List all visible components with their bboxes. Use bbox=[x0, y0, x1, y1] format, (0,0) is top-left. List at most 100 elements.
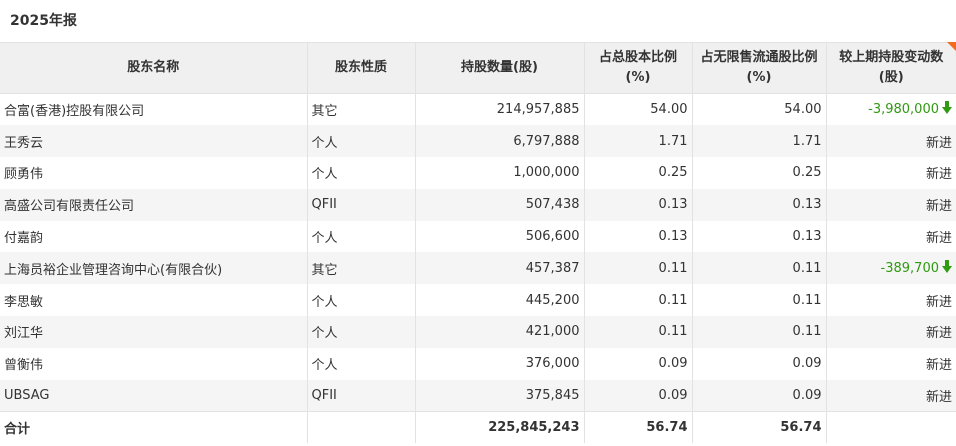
cell-change-text: -3,980,000 bbox=[868, 102, 939, 118]
table-row: 上海员裕企业管理咨询中心(有限合伙) 其它 457,387 0.11 0.11 -389,… bbox=[0, 252, 956, 285]
cell-change-text: 新进 bbox=[925, 326, 952, 342]
cell-shares-text: 6,797,888 bbox=[513, 133, 580, 149]
cell-shares-text: 507,438 bbox=[525, 197, 580, 213]
report-title: 2025年报 bbox=[10, 13, 77, 29]
shareholders-table: 股东名称 股东性质 持股数量(股) 占总股本比例(%) 占无限售流通股比例(%)… bbox=[0, 42, 956, 444]
cell-name-text: 李思敏 bbox=[4, 294, 44, 310]
cell-total-pct-text: 0.11 bbox=[658, 324, 688, 340]
cell-type: QFII bbox=[307, 188, 416, 221]
cell-type-text: 个人 bbox=[311, 326, 338, 342]
cell-change bbox=[826, 410, 956, 444]
cell-name: 李思敏 bbox=[0, 284, 308, 317]
cell-total-pct-text: 1.71 bbox=[658, 133, 688, 149]
cell-type-text: 个人 bbox=[311, 294, 338, 310]
cell-change-text: 新进 bbox=[925, 358, 952, 374]
cell-change: 新进 bbox=[826, 125, 956, 157]
col-header-total-pct: 占总股本比例(%) bbox=[584, 42, 693, 94]
cell-name: 曾衡伟 bbox=[0, 347, 308, 380]
cell-type-text: 个人 bbox=[311, 231, 338, 247]
col-header-float-pct: 占无限售流通股比例(%) bbox=[692, 42, 827, 94]
cell-type: 个人 bbox=[307, 347, 416, 380]
cell-change-text: 新进 bbox=[925, 135, 952, 151]
cell-shares: 457,387 bbox=[415, 252, 585, 285]
cell-change: -3,980,000 bbox=[826, 94, 956, 126]
cell-type-text: 个人 bbox=[311, 167, 338, 183]
cell-float-pct-text: 0.09 bbox=[792, 387, 822, 403]
cell-change: 新进 bbox=[826, 316, 956, 348]
cell-shares: 6,797,888 bbox=[415, 125, 585, 158]
cell-total-pct-text: 0.11 bbox=[658, 292, 688, 308]
arrow-down-icon bbox=[942, 259, 952, 277]
cell-name-text: 顾勇伟 bbox=[4, 167, 44, 183]
cell-float-pct: 0.13 bbox=[692, 220, 827, 253]
cell-shares: 376,000 bbox=[415, 347, 585, 380]
cell-shares: 445,200 bbox=[415, 284, 585, 317]
cell-total-pct-text: 54.00 bbox=[650, 102, 688, 118]
cell-type-text: 个人 bbox=[311, 358, 338, 374]
cell-shares: 225,845,243 bbox=[415, 410, 585, 444]
cell-total-pct-text: 0.09 bbox=[658, 356, 688, 372]
cell-float-pct-text: 56.74 bbox=[780, 420, 822, 436]
cell-name: 合富(香港)控股有限公司 bbox=[0, 93, 308, 126]
cell-type: 个人 bbox=[307, 125, 416, 158]
table-row: 付嘉韵 个人 506,600 0.13 0.13 新进 bbox=[0, 220, 956, 253]
table-row: 刘江华 个人 421,000 0.11 0.11 新进 bbox=[0, 316, 956, 348]
cell-type: QFII bbox=[307, 379, 416, 412]
cell-shares: 507,438 bbox=[415, 188, 585, 221]
cell-name-text: 高盛公司有限责任公司 bbox=[4, 199, 135, 215]
col-header-change: 较上期持股变动数(股) bbox=[826, 42, 956, 94]
cell-total-pct: 0.13 bbox=[584, 220, 693, 253]
cell-total-pct-text: 56.74 bbox=[646, 420, 688, 436]
cell-total-pct-text: 0.13 bbox=[658, 229, 688, 245]
col-header-shares: 持股数量(股) bbox=[415, 42, 585, 94]
cell-float-pct: 0.13 bbox=[692, 188, 827, 221]
cell-shares-text: 421,000 bbox=[525, 324, 580, 340]
cell-float-pct-text: 0.11 bbox=[792, 324, 822, 340]
col-header-type: 股东性质 bbox=[307, 42, 416, 94]
cell-name-text: 合富(香港)控股有限公司 bbox=[4, 104, 145, 120]
cell-type bbox=[307, 410, 416, 444]
cell-change-text: -389,700 bbox=[880, 260, 939, 276]
cell-total-pct: 0.09 bbox=[584, 347, 693, 380]
table-row: 顾勇伟 个人 1,000,000 0.25 0.25 新进 bbox=[0, 157, 956, 189]
cell-name: 王秀云 bbox=[0, 125, 308, 158]
cell-total-pct: 54.00 bbox=[584, 93, 693, 126]
cell-name-text: 上海员裕企业管理咨询中心(有限合伙) bbox=[4, 262, 223, 278]
cell-total-pct-text: 0.13 bbox=[658, 197, 688, 213]
cell-type: 个人 bbox=[307, 157, 416, 189]
cell-float-pct: 54.00 bbox=[692, 93, 827, 126]
cell-float-pct-text: 0.13 bbox=[792, 229, 822, 245]
cell-float-pct: 0.11 bbox=[692, 252, 827, 285]
cell-float-pct-text: 0.11 bbox=[792, 292, 822, 308]
cell-change-text: 新进 bbox=[925, 389, 952, 405]
cell-change: 新进 bbox=[826, 380, 956, 412]
cell-shares-text: 506,600 bbox=[525, 229, 580, 245]
cell-name: 合计 bbox=[0, 410, 308, 444]
table-row: 合富(香港)控股有限公司 其它 214,957,885 54.00 54.00 -3,98… bbox=[0, 93, 956, 126]
cell-total-pct: 0.13 bbox=[584, 188, 693, 221]
cell-name: 上海员裕企业管理咨询中心(有限合伙) bbox=[0, 252, 308, 285]
cell-name: 高盛公司有限责任公司 bbox=[0, 188, 308, 221]
cell-float-pct: 0.25 bbox=[692, 157, 827, 189]
cell-change: 新进 bbox=[826, 221, 956, 253]
table-row: 王秀云 个人 6,797,888 1.71 1.71 新进 bbox=[0, 125, 956, 158]
cell-shares: 214,957,885 bbox=[415, 93, 585, 126]
cell-name-text: 付嘉韵 bbox=[4, 231, 44, 247]
cell-name-text: 刘江华 bbox=[4, 326, 44, 342]
cell-type: 其它 bbox=[307, 252, 416, 285]
cell-name: 顾勇伟 bbox=[0, 157, 308, 189]
cell-type-text: 其它 bbox=[311, 104, 338, 120]
cell-total-pct-text: 0.25 bbox=[658, 165, 688, 181]
cell-type-text: 个人 bbox=[311, 135, 338, 151]
cell-shares-text: 1,000,000 bbox=[513, 165, 580, 181]
cell-float-pct: 0.11 bbox=[692, 316, 827, 348]
table-total-row: 合计 225,845,243 56.74 56.74 bbox=[0, 410, 956, 444]
cell-name-text: 曾衡伟 bbox=[4, 358, 44, 374]
cell-change: 新进 bbox=[826, 348, 956, 380]
cell-change: 新进 bbox=[826, 284, 956, 316]
cell-shares-text: 376,000 bbox=[525, 356, 580, 372]
corner-flag bbox=[947, 42, 956, 51]
cell-name-text: 合计 bbox=[4, 422, 31, 438]
cell-total-pct-text: 0.11 bbox=[658, 260, 688, 276]
cell-total-pct: 56.74 bbox=[584, 410, 693, 444]
